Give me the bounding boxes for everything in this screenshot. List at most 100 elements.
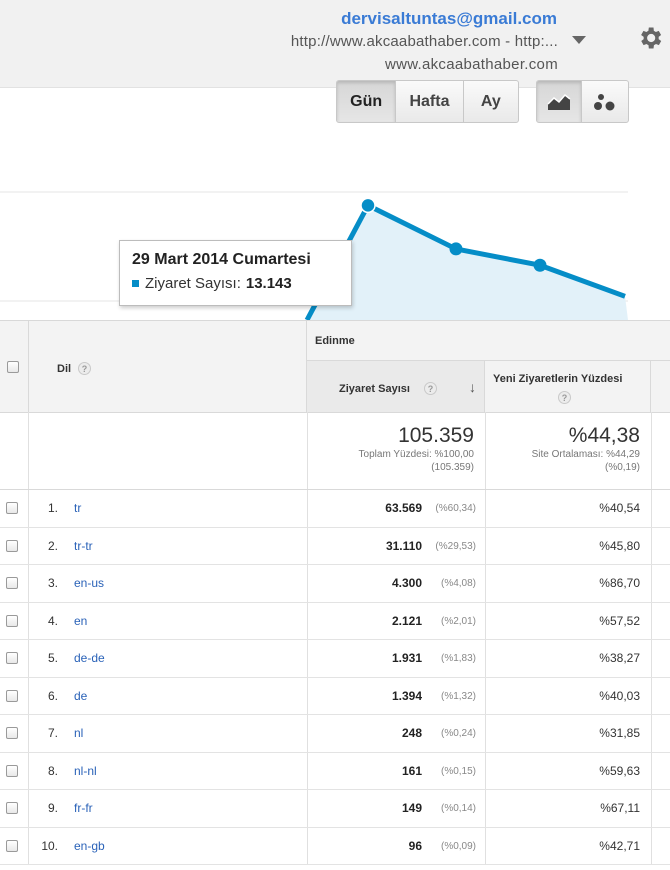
line-chart-button[interactable] [537,81,583,122]
new-visits-header-label: Yeni Ziyaretlerin Yüzdesi [493,373,623,385]
row-sessions: 1.931 [391,651,422,665]
row-sessions-percent: (%0,24) [440,728,476,739]
row-number: 5. [47,651,58,665]
row-number: 8. [47,763,58,778]
row-sessions-percent: (%2,01) [440,615,476,627]
chart-tooltip: 29 Mart 2014 Cumartesi Ziyaret Sayısı: 1… [119,240,352,306]
row-new-visits: %31,85 [599,726,640,740]
row-sessions-percent: (%4,08) [440,578,476,589]
row-checkbox[interactable] [6,727,18,739]
row-checkbox[interactable] [6,802,18,814]
account-selector[interactable]: http://www.akcaabathaber.com - http:... [291,33,558,50]
row-number: 4. [47,613,58,628]
new-visits-total-value: %44,38 [568,424,640,447]
row-checkbox[interactable] [6,652,18,664]
row-checkbox[interactable] [6,614,18,627]
row-dimension-link[interactable]: nl [74,726,83,740]
new-visits-header[interactable]: Yeni Ziyaretlerin Yüzdesi ? [485,361,651,413]
row-new-visits: %40,03 [599,688,640,703]
data-point[interactable] [533,258,547,272]
row-dimension-link[interactable]: en-gb [74,839,105,853]
row-dimension-link[interactable]: en-us [74,576,104,590]
month-button[interactable]: Ay [464,81,518,122]
week-button[interactable]: Hafta [396,81,464,122]
motion-chart-button[interactable] [582,81,628,122]
row-sessions: 96 [408,838,422,853]
data-point[interactable] [449,242,463,256]
new-visits-site-average: Site Ortalaması: %44,29 [531,449,640,460]
tooltip-date: 29 Mart 2014 Cumartesi [132,251,311,268]
row-sessions-percent: (%0,09) [440,840,476,852]
row-new-visits: %45,80 [599,538,640,553]
row-dimension-link[interactable]: tr-tr [74,539,93,553]
row-checkbox[interactable] [6,577,18,589]
table-row: 4. en 2.121 (%2,01) %57,52 [0,602,670,640]
totals-row: 105.359 Toplam Yüzdesi: %100,00 (105.359… [0,412,670,490]
table-row: 6. de 1.394 (%1,32) %40,03 [0,677,670,715]
row-checkbox[interactable] [6,764,18,777]
next-column-header [651,361,670,413]
select-all-checkbox[interactable] [7,361,19,373]
table-row: 5. de-de 1.931 (%1,83) %38,27 [0,640,670,678]
row-new-visits: %59,63 [599,763,640,778]
row-sessions-percent: (%0,14) [440,803,476,814]
gear-icon[interactable] [636,24,664,52]
row-checkbox[interactable] [6,539,18,552]
row-new-visits: %40,54 [599,501,640,515]
group-header: Edinme [307,321,670,361]
tooltip-metric-label: Ziyaret Sayısı: [145,275,241,292]
table-row: 7. nl 248 (%0,24) %31,85 [0,715,670,753]
chevron-down-icon[interactable] [572,36,586,44]
row-dimension-link[interactable]: tr [74,501,81,515]
row-new-visits: %42,71 [599,838,640,853]
day-button[interactable]: Gün [337,81,397,122]
row-checkbox[interactable] [6,689,18,702]
dimension-header: Dil ? [29,321,307,413]
table-row: 1. tr 63.569 (%60,34) %40,54 [0,490,670,528]
row-dimension-link[interactable]: fr-fr [74,801,93,815]
analytics-page: dervisaltuntas@gmail.com http://www.akca… [0,0,670,870]
row-sessions: 149 [401,801,422,815]
table-row: 8. nl-nl 161 (%0,15) %59,63 [0,752,670,790]
row-sessions: 31.110 [385,538,422,553]
row-dimension-link[interactable]: en [74,614,87,628]
select-all-cell [0,321,29,413]
new-visits-delta: (%0,19) [604,462,640,473]
row-number: 10. [41,838,58,853]
tooltip-metric-value: 13.143 [245,275,292,292]
help-icon[interactable]: ? [558,391,571,404]
row-checkbox[interactable] [6,839,18,852]
bubble-chart-icon [594,93,615,110]
sessions-total-value: 105.359 [398,424,474,447]
data-point[interactable] [360,197,376,214]
help-icon[interactable]: ? [78,362,91,375]
row-sessions-percent: (%0,15) [440,765,476,777]
row-sessions-percent: (%60,34) [435,503,476,514]
row-sessions-percent: (%29,53) [435,540,476,552]
series-area [307,205,628,320]
new-visits-total: %44,38 Site Ortalaması: %44,29 (%0,19) [488,424,640,474]
help-icon[interactable]: ? [424,382,437,395]
sessions-header[interactable]: Ziyaret Sayısı ? ↓ [307,361,485,413]
row-dimension-link[interactable]: de [74,689,87,703]
row-sessions: 161 [401,763,422,778]
dimension-header-label[interactable]: Dil [57,363,71,375]
tooltip-metric: Ziyaret Sayısı: 13.143 [132,275,339,292]
series-swatch [132,280,139,287]
row-sessions-percent: (%1,32) [440,690,476,702]
account-email[interactable]: dervisaltuntas@gmail.com [341,9,557,29]
row-checkbox[interactable] [6,502,18,514]
row-dimension-link[interactable]: de-de [74,651,105,665]
account-header: dervisaltuntas@gmail.com http://www.akca… [0,0,670,88]
row-new-visits: %86,70 [599,576,640,590]
row-number: 1. [47,501,58,515]
table-row: 9. fr-fr 149 (%0,14) %67,11 [0,790,670,828]
row-dimension-link[interactable]: nl-nl [74,764,97,778]
group-header-label: Edinme [315,335,355,347]
table-row: 3. en-us 4.300 (%4,08) %86,70 [0,565,670,603]
table-row: 10. en-gb 96 (%0,09) %42,71 [0,827,670,865]
line-chart-icon [547,93,571,110]
row-sessions: 248 [401,726,422,740]
sort-arrow-down-icon: ↓ [469,379,476,395]
row-sessions: 4.300 [391,576,422,590]
